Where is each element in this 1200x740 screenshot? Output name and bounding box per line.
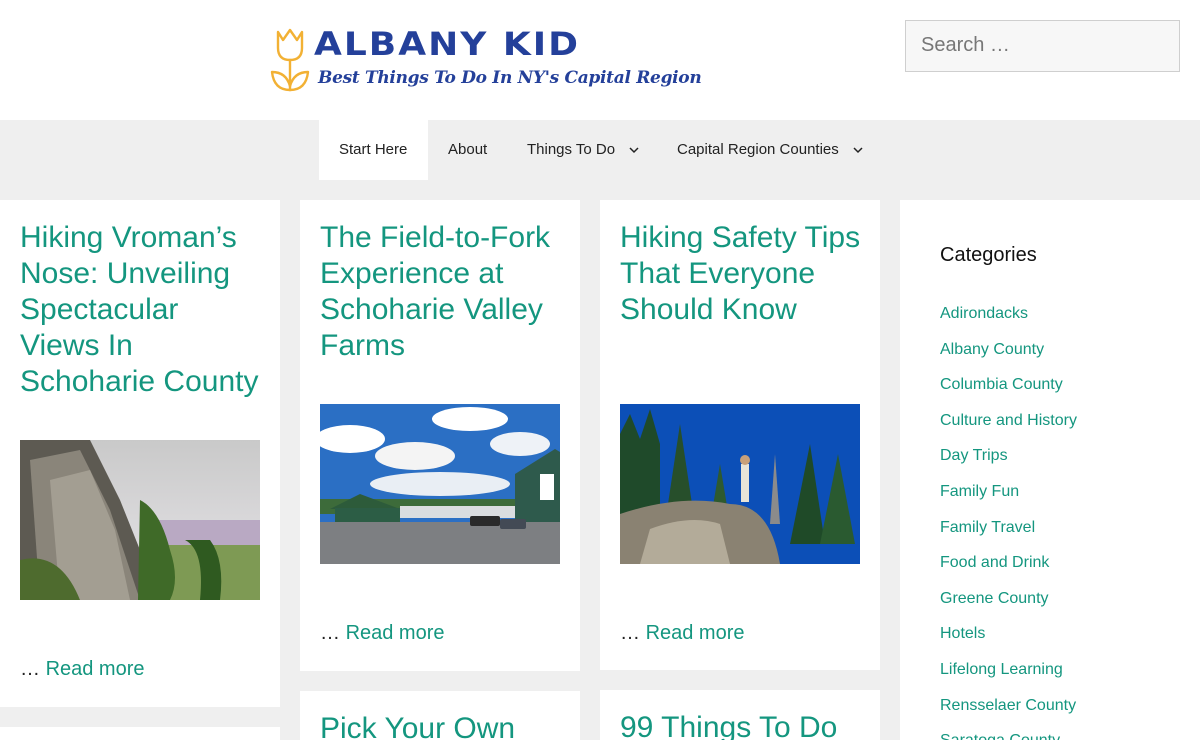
category-link[interactable]: Columbia County <box>940 376 1063 394</box>
category-link[interactable]: Day Trips <box>940 447 1008 465</box>
post-card: The Field-to-Fork Experience at Schohari… <box>300 200 580 671</box>
post-card: Hiking Safety Tips That Everyone Should … <box>600 200 880 670</box>
main-navigation: Start Here About Things To Do Capital Re… <box>0 120 1200 180</box>
category-link[interactable]: Adirondacks <box>940 305 1028 323</box>
post-title-link[interactable]: Pick Your Own <box>320 711 580 740</box>
post-card: Pick Your Own <box>300 691 580 740</box>
post-card <box>0 727 280 740</box>
nav-item-about[interactable]: About <box>448 120 487 180</box>
post-title-link[interactable]: 99 Things To Do <box>620 710 880 740</box>
category-link[interactable]: Rensselaer County <box>940 697 1076 715</box>
read-more: … Read more <box>620 622 745 645</box>
category-link[interactable]: Albany County <box>940 341 1044 359</box>
category-link[interactable]: Family Fun <box>940 483 1019 501</box>
post-image-hiking-safety[interactable] <box>620 404 860 564</box>
nav-item-label: Start Here <box>339 141 408 158</box>
logo-tagline: Best Things To Do In NY's Capital Region <box>318 68 702 88</box>
read-more: … Read more <box>20 658 145 681</box>
read-more-link[interactable]: Read more <box>46 658 145 680</box>
post-card: Hiking Vroman’s Nose: Unveiling Spectacu… <box>0 200 280 707</box>
category-link[interactable]: Lifelong Learning <box>940 661 1063 679</box>
read-more-link[interactable]: Read more <box>646 622 745 644</box>
logo-wordmark: ALBANY KID <box>314 26 581 63</box>
excerpt-ellipsis: … <box>320 622 340 644</box>
category-link[interactable]: Family Travel <box>940 519 1035 537</box>
nav-item-label: Capital Region Counties <box>677 141 839 158</box>
category-link[interactable]: Food and Drink <box>940 554 1049 572</box>
nav-item-label: Things To Do <box>527 141 616 158</box>
read-more: … Read more <box>320 622 445 645</box>
search-input[interactable]: Search … <box>905 20 1180 72</box>
category-link[interactable]: Greene County <box>940 590 1049 608</box>
post-title-link[interactable]: Hiking Safety Tips That Everyone Should … <box>620 220 865 328</box>
read-more-link[interactable]: Read more <box>346 622 445 644</box>
nav-item-label: About <box>448 141 488 158</box>
post-image-vromans-nose[interactable] <box>20 440 260 600</box>
site-logo[interactable]: ALBANY KID Best Things To Do In NY's Cap… <box>268 26 702 96</box>
post-card: 99 Things To Do <box>600 690 880 740</box>
post-title-link[interactable]: Hiking Vroman’s Nose: Unveiling Spectacu… <box>20 220 265 400</box>
nav-item-capital-region-counties[interactable]: Capital Region Counties <box>677 120 863 180</box>
nav-item-start-here[interactable]: Start Here <box>319 120 428 180</box>
excerpt-ellipsis: … <box>620 622 640 644</box>
sidebar-categories: Categories Adirondacks Albany County Col… <box>900 200 1200 740</box>
chevron-down-icon <box>853 147 863 153</box>
categories-heading: Categories <box>940 244 1037 266</box>
site-header: ALBANY KID Best Things To Do In NY's Cap… <box>0 0 1200 120</box>
category-link[interactable]: Hotels <box>940 625 985 643</box>
tulip-logo-icon <box>270 28 310 92</box>
post-image-schoharie-valley-farms[interactable] <box>320 404 560 564</box>
post-title-link[interactable]: The Field-to-Fork Experience at Schohari… <box>320 220 565 364</box>
category-link[interactable]: Saratoga County <box>940 732 1060 740</box>
category-link[interactable]: Culture and History <box>940 412 1077 430</box>
nav-item-things-to-do[interactable]: Things To Do <box>527 120 639 180</box>
excerpt-ellipsis: … <box>20 658 40 680</box>
chevron-down-icon <box>629 147 639 153</box>
